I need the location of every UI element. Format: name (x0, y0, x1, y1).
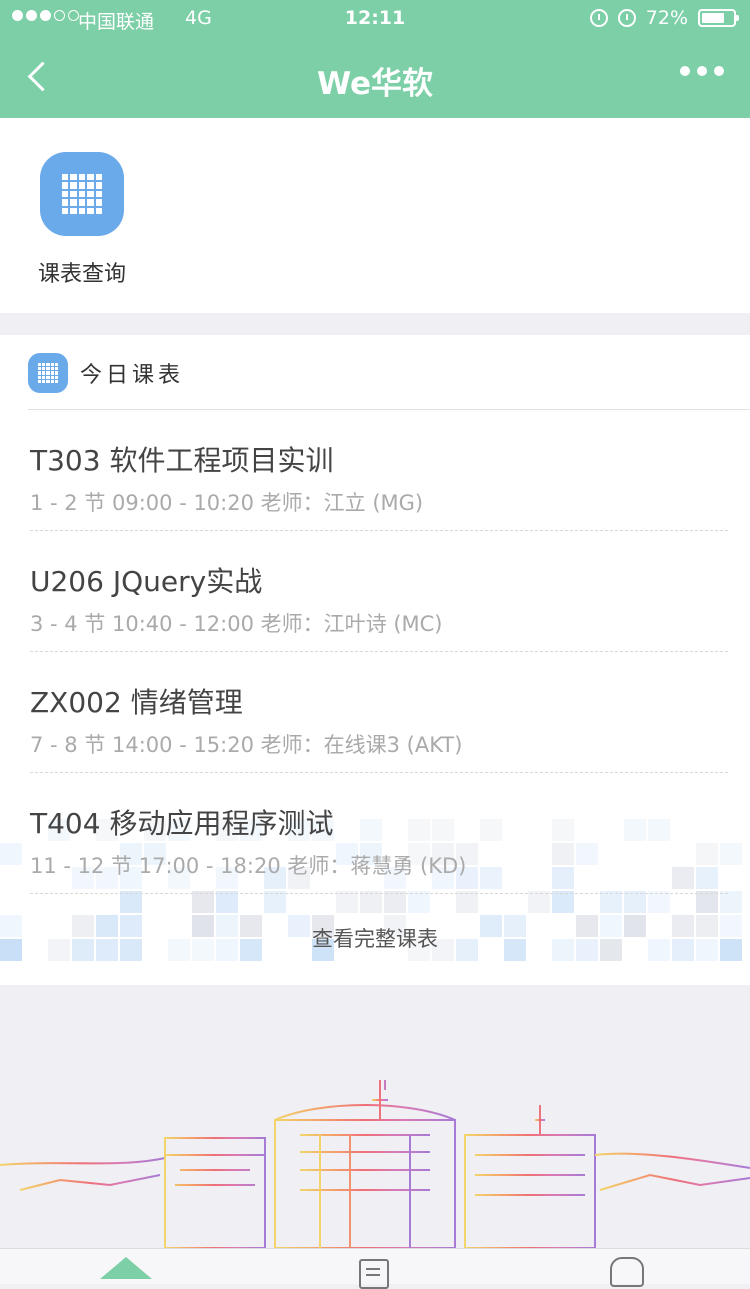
schedule-title: 今日课表 (80, 363, 185, 388)
pixel-tile (192, 891, 214, 913)
alarm-icon (617, 9, 636, 27)
pixel-tile (120, 891, 142, 913)
battery-fill (702, 13, 724, 23)
today-schedule-card: 今日课表 T303 软件工程项目实训 1 - 2 节 09:00 - 10:20… (0, 335, 750, 985)
course-name: U206 JQuery实战 (30, 565, 263, 598)
pixel-tile (600, 891, 622, 913)
course-item[interactable]: ZX002 情绪管理 7 - 8 节 14:00 - 15:20 老师：在线课3… (30, 652, 728, 773)
course-meta: 3 - 4 节 10:40 - 12:00 老师：江叶诗 (MC) (30, 612, 443, 636)
pixel-tile (648, 891, 670, 913)
more-dot (697, 66, 707, 76)
pixel-tile (264, 891, 286, 913)
quick-entry-panel: 课表查询 (0, 118, 750, 313)
schedule-query-label[interactable]: 课表查询 (24, 256, 140, 288)
campus-skyline-illustration (0, 1080, 750, 1249)
view-full-schedule-link[interactable]: 查看完整课表 (0, 923, 750, 953)
schedule-query-button[interactable] (40, 152, 124, 236)
pixel-tile (384, 891, 406, 913)
pixel-tile (720, 891, 742, 913)
calendar-grid-icon (62, 174, 102, 214)
bottom-tab-bar (0, 1248, 750, 1289)
top-bar: 中国联通 4G 12:11 72% We华软 (0, 0, 750, 118)
course-item[interactable]: T404 移动应用程序测试 11 - 12 节 17:00 - 18:20 老师… (30, 773, 728, 894)
pixel-tile (336, 891, 358, 913)
battery-icon (698, 9, 739, 27)
course-item[interactable]: T303 软件工程项目实训 1 - 2 节 09:00 - 10:20 老师：江… (30, 410, 728, 531)
more-button[interactable] (680, 66, 724, 76)
more-dot (714, 66, 724, 76)
pixel-tile (408, 891, 430, 913)
tab-home[interactable] (95, 1249, 155, 1284)
course-item[interactable]: U206 JQuery实战 3 - 4 节 10:40 - 12:00 老师：江… (30, 531, 728, 652)
status-bar: 中国联通 4G 12:11 72% (0, 0, 750, 38)
battery-percent: 72% (645, 7, 688, 29)
home-icon (100, 1257, 152, 1279)
document-icon (359, 1259, 389, 1289)
status-indicators: 72% (589, 7, 739, 29)
pixel-tile (0, 843, 22, 865)
course-name: ZX002 情绪管理 (30, 686, 243, 719)
navigation-bar: We华软 (0, 38, 750, 118)
pixel-tile (696, 891, 718, 913)
pixel-tile (552, 891, 574, 913)
tab-profile[interactable] (598, 1249, 658, 1287)
pixel-tile (528, 891, 550, 913)
course-name: T404 移动应用程序测试 (30, 807, 334, 840)
course-name: T303 软件工程项目实训 (30, 444, 334, 477)
course-meta: 7 - 8 节 14:00 - 15:20 老师：在线课3 (AKT) (30, 733, 463, 757)
divider (30, 893, 728, 894)
tab-document[interactable] (345, 1249, 405, 1289)
pixel-tile (360, 891, 382, 913)
course-meta: 11 - 12 节 17:00 - 18:20 老师：蒋慧勇 (KD) (30, 854, 467, 878)
page-title: We华软 (316, 66, 434, 102)
pixel-tile (624, 891, 646, 913)
calendar-grid-icon (28, 353, 68, 393)
orientation-lock-icon (589, 9, 608, 27)
more-dot (680, 66, 690, 76)
course-meta: 1 - 2 节 09:00 - 10:20 老师：江立 (MG) (30, 491, 424, 515)
pixel-tile (216, 891, 238, 913)
pixel-tile (456, 891, 478, 913)
schedule-card-header: 今日课表 (28, 353, 184, 393)
